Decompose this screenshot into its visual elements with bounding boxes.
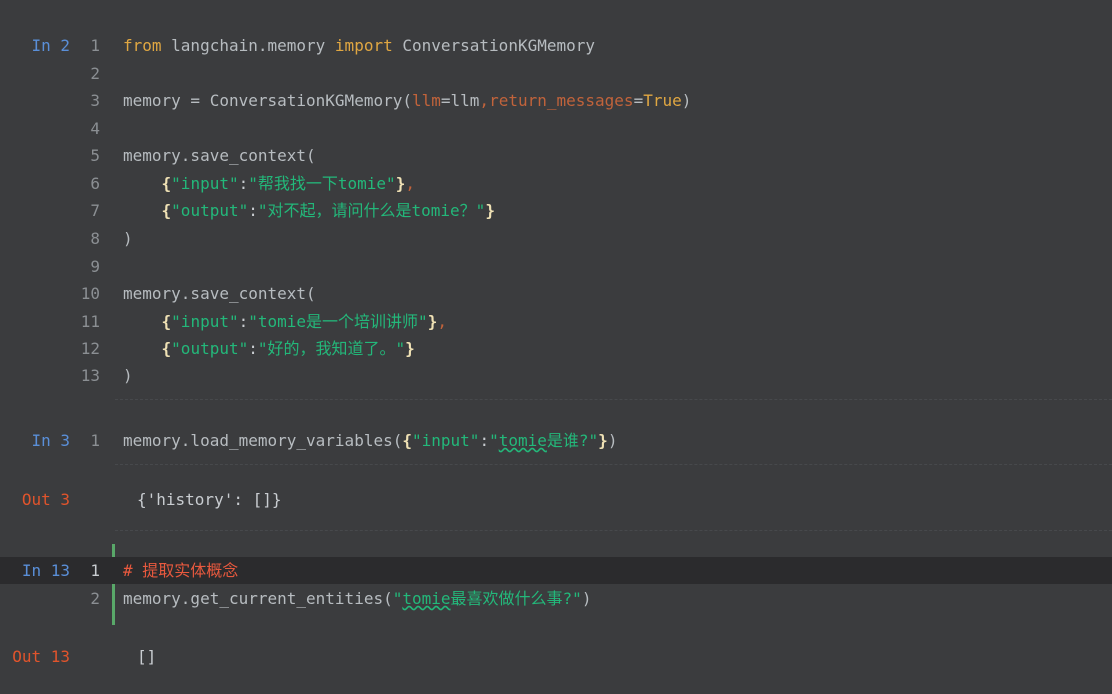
code-text[interactable]: memory = ConversationKGMemory(llm=llm,re… <box>123 87 691 114</box>
line-number: 5 <box>90 146 100 165</box>
code-line[interactable]: 2 memory.get_current_entities("tomie最喜欢做… <box>0 585 1112 612</box>
code-line[interactable]: 11 {"input":"tomie是一个培训讲师"}, <box>0 308 1112 335</box>
line-number: 2 <box>90 589 100 608</box>
line-number: 8 <box>90 229 100 248</box>
code-comment[interactable]: # 提取实体概念 <box>123 557 238 584</box>
code-line[interactable]: 12 {"output":"好的，我知道了。"} <box>0 335 1112 362</box>
code-line[interactable]: 8 ) <box>0 225 1112 252</box>
cell-prompt-out: Out 13 <box>12 647 70 666</box>
line-number: 2 <box>90 64 100 83</box>
line-number: 6 <box>90 174 100 193</box>
code-text[interactable]: memory.load_memory_variables({"input":"t… <box>123 427 617 454</box>
output-line: Out 3 {'history': []} <box>0 486 1112 513</box>
code-line[interactable]: 13 ) <box>0 362 1112 389</box>
code-line[interactable]: 10 memory.save_context( <box>0 280 1112 307</box>
code-line[interactable]: 3 memory = ConversationKGMemory(llm=llm,… <box>0 87 1112 114</box>
code-line[interactable]: 6 {"input":"帮我找一下tomie"}, <box>0 170 1112 197</box>
line-number: 10 <box>80 284 100 303</box>
code-text[interactable]: memory.get_current_entities("tomie最喜欢做什么… <box>123 585 591 612</box>
cell-prompt-in: In 3 <box>31 431 70 450</box>
line-number: 9 <box>90 257 100 276</box>
line-number: 1 <box>90 561 100 580</box>
code-line[interactable]: 4 <box>0 115 1112 142</box>
notebook-editor[interactable]: In 2 1 from langchain.memory import Conv… <box>0 0 1112 694</box>
code-line[interactable]: 9 <box>0 253 1112 280</box>
code-line[interactable]: 7 {"output":"对不起，请问什么是tomie？"} <box>0 197 1112 224</box>
cell-divider <box>115 464 1112 465</box>
line-number: 4 <box>90 119 100 138</box>
code-line[interactable]: 2 <box>0 60 1112 87</box>
code-text[interactable]: memory.save_context( <box>123 280 316 307</box>
output-text: [] <box>137 647 157 666</box>
code-line[interactable]: In 2 1 from langchain.memory import Conv… <box>0 32 1112 59</box>
cell-prompt-out: Out 3 <box>21 490 70 509</box>
line-number: 13 <box>80 366 100 385</box>
code-text[interactable]: {"input":"帮我找一下tomie"}, <box>123 170 415 197</box>
code-text[interactable]: {"output":"好的，我知道了。"} <box>123 335 415 362</box>
cell-prompt-in: In 2 <box>31 36 70 55</box>
code-text[interactable]: {"input":"tomie是一个培训讲师"}, <box>123 308 447 335</box>
code-line[interactable]: In 3 1 memory.load_memory_variables({"in… <box>0 427 1112 454</box>
code-text[interactable]: memory.save_context( <box>123 142 316 169</box>
code-text[interactable]: ) <box>123 362 133 389</box>
output-line: Out 13 [] <box>0 643 1112 670</box>
code-text[interactable]: from langchain.memory import Conversatio… <box>123 32 595 59</box>
cell-divider <box>115 399 1112 400</box>
line-number: 1 <box>90 36 100 55</box>
code-text[interactable]: ) <box>123 225 133 252</box>
line-number: 11 <box>80 312 100 331</box>
cell-prompt-in: In 13 <box>21 561 70 580</box>
line-number: 1 <box>90 431 100 450</box>
output-text: {'history': []} <box>137 490 282 509</box>
line-number: 12 <box>80 339 100 358</box>
code-line[interactable]: 5 memory.save_context( <box>0 142 1112 169</box>
line-number: 3 <box>90 91 100 110</box>
line-number: 7 <box>90 201 100 220</box>
code-text[interactable]: {"output":"对不起，请问什么是tomie？"} <box>123 197 495 224</box>
cell-divider <box>115 530 1112 531</box>
code-line-current[interactable]: In 13 1 # 提取实体概念 <box>0 557 1112 584</box>
